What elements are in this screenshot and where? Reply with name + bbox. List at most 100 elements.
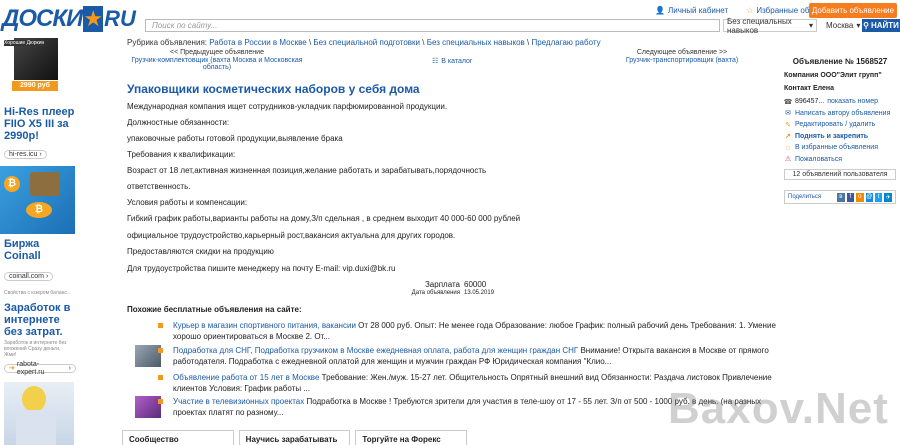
show-number-link[interactable]: показать номер <box>827 98 878 105</box>
tab-learn-earn[interactable]: Научись зарабатывать <box>238 430 351 445</box>
mail-icon: ✉ <box>785 110 791 118</box>
chevron-right-icon: › <box>46 272 49 280</box>
company-name: Компания ООО"Элит групп" <box>784 72 882 79</box>
watermark: Baxov.Net <box>668 384 889 433</box>
breadcrumb-item[interactable]: Без специальных навыков <box>427 38 525 47</box>
rocket-icon: ➚ <box>785 133 791 141</box>
share-bar: Поделиться в f о @ t ✈ <box>784 190 896 204</box>
list-item: Курьер в магазин спортивного питания, ва… <box>130 320 780 342</box>
tab-community[interactable]: Сообщество <box>122 430 234 445</box>
prev-ad: << Предыдущее объявление Грузчик-комплек… <box>127 49 307 71</box>
user-icon: 👤 <box>655 6 665 15</box>
player-ad-title[interactable]: Hi-Res плеер FIIO X5 III за 2990р! <box>4 106 76 142</box>
breadcrumb-item[interactable]: Без специальной подготовки <box>313 38 420 47</box>
similar-link[interactable]: Курьер в магазин спортивного питания, ва… <box>173 321 356 330</box>
find-button[interactable]: ⚲ НАЙТИ <box>862 19 900 32</box>
ad-paragraph: Гибкий график работы,варианты работы на … <box>127 214 521 223</box>
contact-name: Контакт Елена <box>784 85 835 92</box>
grid-icon: ☷ <box>432 58 439 65</box>
player-ad-link[interactable]: hi-res.icu › <box>4 150 47 159</box>
bullet-icon <box>158 323 163 328</box>
write-author-link[interactable]: ✉ Написать автору объявления <box>784 108 896 120</box>
player-ad-image[interactable]: Хорошие Дюркин <box>4 38 58 80</box>
search-input[interactable]: Поиск по сайту... <box>145 19 720 32</box>
add-favorite-link[interactable]: ☆ В избранные объявления <box>784 142 896 154</box>
telegram-icon[interactable]: ✈ <box>884 192 892 202</box>
chevron-right-icon: › <box>39 150 42 158</box>
prev-ad-link[interactable]: Грузчик-комплектовщик (вахта Москва и Мо… <box>127 57 307 71</box>
person-body <box>16 410 56 445</box>
arrow-icon: ➜ <box>9 364 15 372</box>
breadcrumb-item[interactable]: Предлагаю работу <box>531 38 600 47</box>
coinall-ad-small: Свойства с юзером баланс... <box>4 290 72 296</box>
similar-link[interactable]: Подработка для СНГ, Подработка грузчиком… <box>173 346 578 355</box>
similar-link[interactable]: Объявление работа от 15 лет в Москве <box>173 373 319 382</box>
star-icon: ☆ <box>746 6 754 15</box>
coinall-ad-image[interactable]: ₿ ₿ <box>0 166 75 234</box>
salary-value: 60000 <box>464 280 487 289</box>
breadcrumb: Рубрика объявления: Работа в России в Мо… <box>127 38 601 47</box>
bullet-icon <box>158 399 163 404</box>
pencil-icon: ✎ <box>785 121 791 129</box>
similar-link[interactable]: Участие в телевизионных проектах <box>173 397 304 406</box>
phone-row: ☎ 896457... показать номер <box>783 98 879 106</box>
earn-ad-link[interactable]: ➜ rabota-expert.ru › <box>4 361 76 376</box>
breadcrumb-item[interactable]: Работа в России в Москве <box>209 38 306 47</box>
phone-icon: ☎ <box>783 98 793 106</box>
user-ads-count[interactable]: 12 объявлений пользователя <box>784 169 896 180</box>
bullet-icon <box>158 375 163 380</box>
ad-paragraph: Условия работы и компенсации: <box>127 198 248 207</box>
city-select[interactable]: Москва ▾ <box>823 19 861 32</box>
date-value: 13.05.2019 <box>464 290 495 296</box>
facebook-icon[interactable]: f <box>846 192 855 202</box>
bitcoin-icon: ₿ <box>26 202 52 218</box>
next-ad-link[interactable]: Грузчик-транспортировщик (вахта) <box>582 57 782 64</box>
cabinet-link[interactable]: 👤 Личный кабинет <box>655 6 728 15</box>
bitcoin-icon: ₿ <box>4 176 20 192</box>
skills-select[interactable]: Без специальных навыков ▾ <box>723 17 817 35</box>
add-ad-button[interactable]: Добавить объявление <box>809 3 897 18</box>
raise-link[interactable]: ➚ Поднять и закрепить <box>784 131 896 143</box>
chevron-down-icon: ▾ <box>856 21 861 30</box>
ad-title: Упаковщики косметических наборов у себя … <box>127 82 420 96</box>
odnoklassniki-icon[interactable]: о <box>856 192 864 202</box>
player-ad-price: 2990 руб <box>12 81 58 91</box>
list-item: Подработка для СНГ, Подработка грузчиком… <box>130 345 780 369</box>
vk-icon[interactable]: в <box>837 192 845 202</box>
left-ad-column: Хорошие Дюркин 2990 руб Hi-Res плеер FII… <box>0 38 76 445</box>
twitter-icon[interactable]: t <box>875 192 883 202</box>
person-image <box>22 386 46 412</box>
tab-forex[interactable]: Торгуйте на Форекс <box>355 430 468 445</box>
site-logo[interactable]: ДОСКИ ★ RU <box>2 3 136 35</box>
header: ДОСКИ ★ RU 👤 Личный кабинет ☆ Избранные об… <box>0 0 900 38</box>
ad-paragraph: Должностные обязанности: <box>127 118 230 127</box>
chevron-down-icon: ▾ <box>808 21 813 30</box>
logo-ru: RU <box>104 6 136 31</box>
warning-icon: ⚠ <box>784 156 792 164</box>
coinall-ad-link[interactable]: coinall.com › <box>4 272 54 281</box>
search-row: Поиск по сайту... Без специальных навыко… <box>145 17 900 35</box>
ad-paragraph: упаковочные работы готовой продукции,выя… <box>127 134 343 143</box>
wallet-icon <box>30 172 60 196</box>
bullet-icon <box>158 348 163 353</box>
logo-star-icon: ★ <box>83 6 104 32</box>
date-label: Дата объявления <box>411 290 460 296</box>
complain-link[interactable]: ⚠ Пожаловаться <box>784 154 896 166</box>
coinall-ad-title[interactable]: Биржа Coinall <box>4 238 76 262</box>
ad-paragraph: Предоставляются скидки на продукцию <box>127 247 274 256</box>
edit-link[interactable]: ✎ Редактировать / удалить <box>784 119 896 131</box>
earn-ad-small: Заработок в интернете без вложений Сразу… <box>4 340 67 358</box>
bottom-tabs: Сообщество Научись зарабатывать Торгуйте… <box>122 430 468 445</box>
chevron-right-icon: › <box>68 364 71 372</box>
similar-heading: Похожие бесплатные объявления на сайте: <box>127 305 302 314</box>
catalog-link[interactable]: ☷ В каталог <box>432 57 472 66</box>
ad-paragraph: Требования к квалификации: <box>127 150 236 159</box>
ad-paragraph: официальное трудоустройство,карьерный ро… <box>127 231 456 240</box>
next-ad: Следующее объявление >> Грузчик-транспор… <box>582 49 782 64</box>
earn-ad-title[interactable]: Заработок в интернете без затрат. <box>4 302 76 338</box>
mailru-icon[interactable]: @ <box>865 192 874 202</box>
star-icon: ☆ <box>784 144 792 152</box>
ad-number: Объявление № 1568527 <box>792 57 888 66</box>
ad-paragraph: Возраст от 18 лет,активная жизненная поз… <box>127 166 487 175</box>
earn-ad-image[interactable] <box>4 382 74 445</box>
